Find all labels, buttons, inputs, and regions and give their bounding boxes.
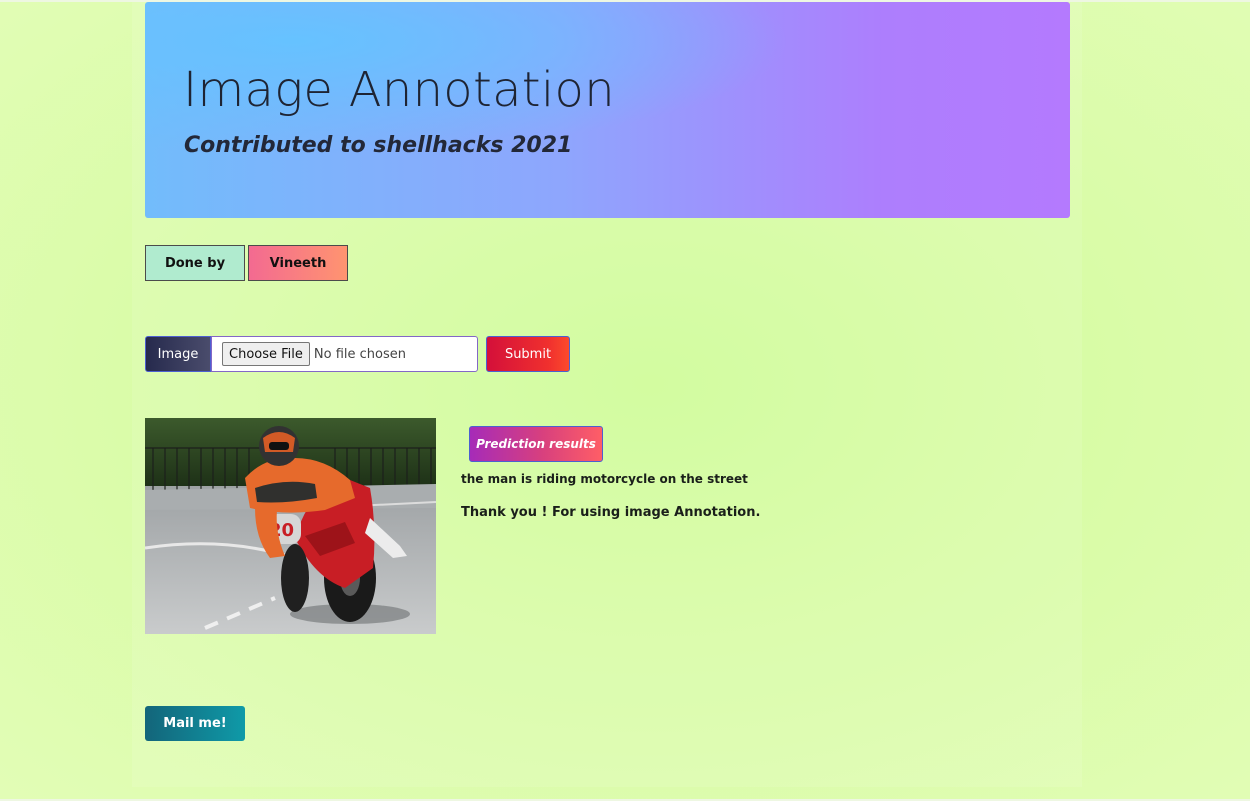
subtitle-event: shellhacks 2021	[373, 133, 573, 158]
image-input-label: Image	[145, 336, 211, 372]
motorcycle-photo-illustration: 20	[145, 418, 436, 634]
file-input[interactable]: Choose File No file chosen	[211, 336, 478, 372]
choose-file-button[interactable]: Choose File	[222, 342, 310, 366]
prediction-results-button[interactable]: Prediction results	[469, 426, 603, 462]
thank-you-message: Thank you ! For using image Annotation.	[461, 505, 761, 520]
submit-button[interactable]: Submit	[486, 336, 570, 372]
uploaded-photo-motorcycle-rider: 20	[145, 418, 436, 634]
page-subtitle: Contributed to shellhacks 2021	[184, 131, 572, 161]
done-by-label: Done by	[145, 245, 245, 281]
page-title: Image Annotation	[183, 62, 615, 118]
prediction-caption: the man is riding motorcycle on the stre…	[461, 472, 748, 486]
author-name: Vineeth	[248, 245, 348, 281]
mail-me-button[interactable]: Mail me!	[145, 706, 245, 741]
file-status-text: No file chosen	[313, 346, 406, 362]
subtitle-prefix: Contributed to	[184, 133, 366, 158]
